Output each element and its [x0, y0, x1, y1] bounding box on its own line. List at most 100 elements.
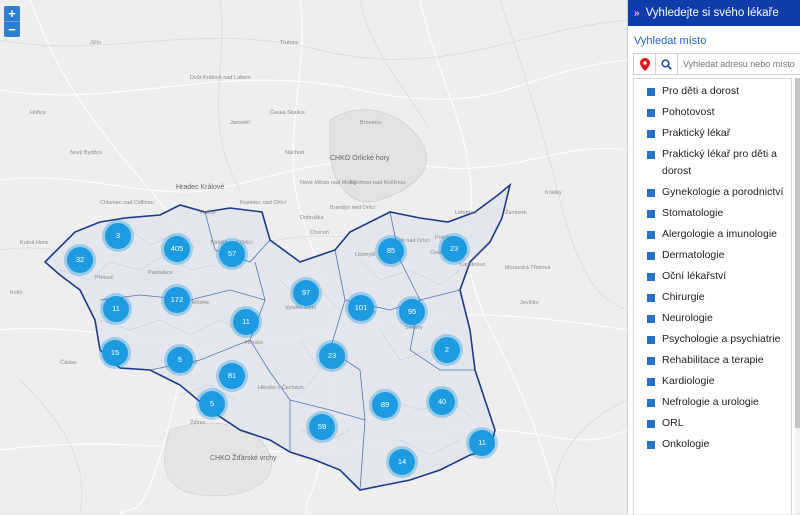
cluster-marker[interactable]: 15 — [102, 340, 128, 366]
map-place-label: Trutnov — [280, 40, 299, 46]
cluster-marker[interactable]: 40 — [429, 389, 455, 415]
cluster-marker[interactable]: 11 — [103, 296, 129, 322]
category-label: Pohotovost — [662, 106, 715, 118]
category-label: Rehabilitace a terapie — [662, 354, 764, 366]
category-item[interactable]: Onkologie — [634, 432, 791, 453]
doctor-search-panel: » Vyhledejte si svého lékaře Vyhledat mís… — [627, 0, 800, 515]
category-item[interactable]: Praktický lékař pro děti a dorost — [634, 142, 791, 180]
cluster-marker[interactable]: 101 — [348, 295, 374, 321]
cluster-marker[interactable]: 97 — [293, 280, 319, 306]
category-item[interactable]: Pro děti a dorost — [634, 79, 791, 100]
search-bar — [633, 53, 800, 75]
category-item[interactable]: Oční lékařství — [634, 264, 791, 285]
map-place-label: Hlinsko — [245, 340, 264, 346]
scrollbar-thumb[interactable] — [795, 78, 800, 428]
map-place-label: Broumov — [360, 120, 383, 126]
category-item[interactable]: Rehabilitace a terapie — [634, 348, 791, 369]
cluster-marker[interactable]: 11 — [469, 430, 495, 456]
map-place-label: Nový Bydžov — [70, 150, 103, 156]
search-label: Vyhledat místo — [634, 35, 707, 47]
category-bullet-icon — [647, 399, 655, 407]
map-place-label: Vysoké Mýto — [285, 305, 317, 311]
map-place-label: Chlumec nad Cidlinou — [100, 200, 154, 206]
search-input[interactable] — [678, 54, 800, 74]
category-item[interactable]: Nefrologie a urologie — [634, 390, 791, 411]
category-item[interactable]: Gynekologie a porodnictví — [634, 180, 791, 201]
category-label: Kardiologie — [662, 375, 715, 387]
category-item[interactable]: ORL — [634, 411, 791, 432]
map-place-label: Choceň — [310, 230, 329, 236]
map-area[interactable]: Hradec KrálovéPardubicePřeloučChrudimLit… — [0, 0, 627, 514]
category-bullet-icon — [647, 252, 655, 260]
category-bullet-icon — [647, 130, 655, 138]
search-icon[interactable] — [656, 54, 678, 74]
category-label: Praktický lékař pro děti a dorost — [662, 148, 777, 177]
cluster-marker[interactable]: 5 — [167, 347, 193, 373]
category-item[interactable]: Chirurgie — [634, 285, 791, 306]
double-chevron-icon: » — [634, 8, 640, 19]
category-label: Nefrologie a urologie — [662, 396, 759, 408]
cluster-marker[interactable]: 23 — [319, 343, 345, 369]
cluster-marker[interactable]: 2 — [434, 337, 460, 363]
category-bullet-icon — [647, 88, 655, 96]
map-place-label: Kolín — [10, 290, 23, 296]
category-label: Oční lékařství — [662, 270, 727, 282]
map-place-label: Čáslav — [60, 360, 77, 366]
zoom-out-button[interactable]: − — [4, 21, 20, 37]
map-place-label: Králíky — [545, 190, 562, 196]
category-item[interactable]: Dermatologie — [634, 243, 791, 264]
cluster-marker[interactable]: 172 — [164, 287, 190, 313]
map-place-label: Ždírec — [190, 420, 206, 426]
map-place-label: Svitavy — [405, 325, 423, 331]
map-place-label: Moravská Třebová — [505, 265, 551, 271]
map-place-label: Rychnov nad Kněžnou — [350, 180, 406, 186]
category-label: Pro děti a dorost — [662, 85, 740, 97]
category-bullet-icon — [647, 420, 655, 428]
cluster-marker[interactable]: 23 — [441, 236, 467, 262]
cluster-marker[interactable]: 57 — [219, 241, 245, 267]
map-place-label: CHKO Orlické hory — [330, 155, 390, 162]
category-item[interactable]: Neurologie — [634, 306, 791, 327]
category-item[interactable]: Pohotovost — [634, 100, 791, 121]
map-place-label: Náchod — [285, 150, 304, 156]
category-label: Psychologie a psychiatrie — [662, 333, 781, 345]
category-item[interactable]: Psychologie a psychiatrie — [634, 327, 791, 348]
map-place-label: Dvůr Králové nad Labem — [190, 75, 251, 81]
panel-title: Vyhledejte si svého lékaře — [645, 7, 779, 19]
category-label: Praktický lékař — [662, 127, 731, 139]
cluster-marker[interactable]: 32 — [67, 247, 93, 273]
cluster-marker[interactable]: 5 — [199, 391, 225, 417]
category-label: Neurologie — [662, 312, 713, 324]
cluster-marker[interactable]: 59 — [309, 414, 335, 440]
map-place-label: Holice — [200, 210, 216, 216]
category-item[interactable]: Kardiologie — [634, 369, 791, 390]
category-label: Gynekologie a porodnictví — [662, 186, 784, 198]
category-label: Alergologie a imunologie — [662, 228, 777, 240]
location-pin-icon[interactable] — [634, 54, 656, 74]
cluster-marker[interactable]: 3 — [105, 223, 131, 249]
map-place-label: Hlinsko v Čechách — [258, 385, 304, 391]
category-bullet-icon — [647, 357, 655, 365]
zoom-in-button[interactable]: + — [4, 6, 20, 21]
category-bullet-icon — [647, 378, 655, 386]
map-place-label: Lanškroun — [460, 262, 486, 268]
category-bullet-icon — [647, 231, 655, 239]
cluster-marker[interactable]: 405 — [164, 236, 190, 262]
panel-header[interactable]: » Vyhledejte si svého lékaře — [628, 0, 800, 26]
map-place-label: Přelouč — [95, 275, 114, 281]
map-place-label: Litomyšl — [355, 252, 376, 258]
cluster-marker[interactable]: 81 — [219, 363, 245, 389]
cluster-marker[interactable]: 85 — [378, 238, 404, 264]
category-item[interactable]: Praktický lékař — [634, 121, 791, 142]
cluster-marker[interactable]: 14 — [389, 449, 415, 475]
cluster-marker[interactable]: 89 — [372, 392, 398, 418]
cluster-marker[interactable]: 11 — [233, 309, 259, 335]
category-label: Chirurgie — [662, 291, 705, 303]
category-item[interactable]: Stomatologie — [634, 201, 791, 222]
category-bullet-icon — [647, 109, 655, 117]
category-bullet-icon — [647, 315, 655, 323]
cluster-marker[interactable]: 95 — [399, 299, 425, 325]
map-place-label: Žamberk — [505, 210, 527, 216]
list-scrollbar[interactable] — [795, 78, 800, 514]
category-item[interactable]: Alergologie a imunologie — [634, 222, 791, 243]
